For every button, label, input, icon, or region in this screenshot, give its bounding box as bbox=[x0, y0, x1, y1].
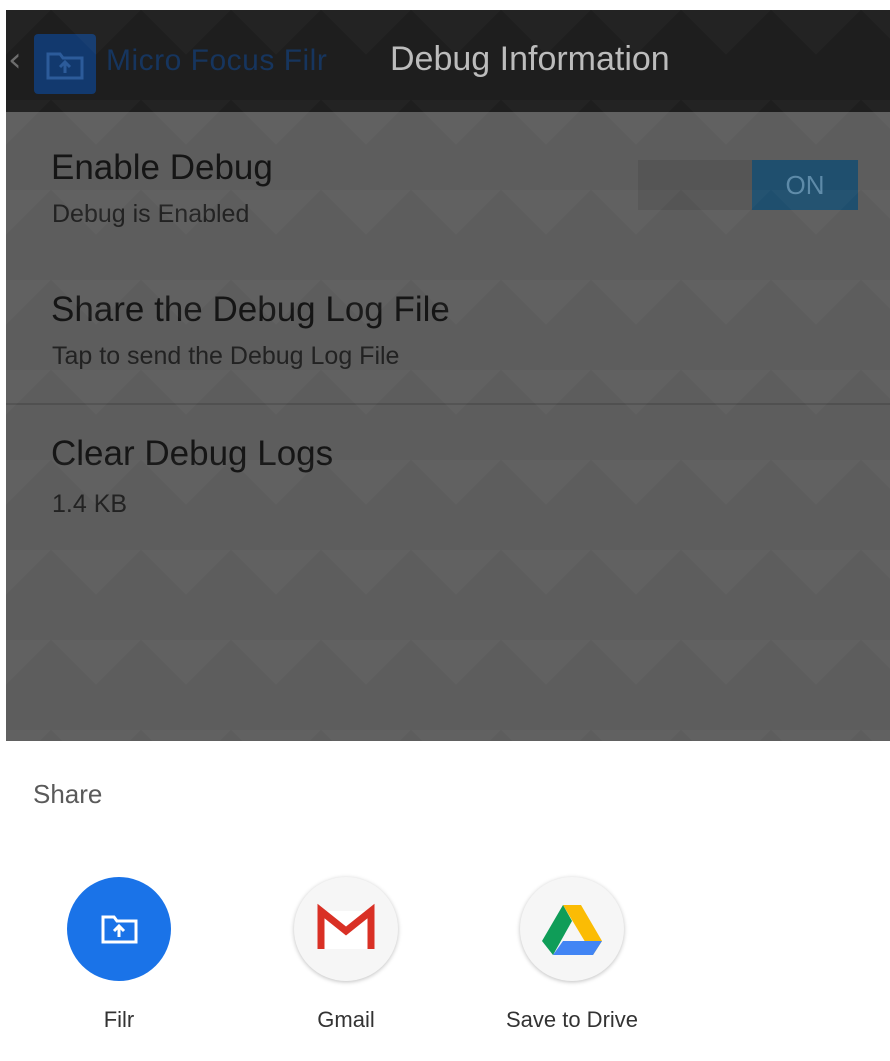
share-log-subtitle: Tap to send the Debug Log File bbox=[52, 342, 400, 370]
share-log-title: Share the Debug Log File bbox=[51, 290, 450, 329]
clear-logs-size: 1.4 KB bbox=[52, 490, 128, 518]
app-background: ‹ Micro Focus Filr Debug Information Ena… bbox=[6, 10, 890, 741]
share-target-label: Save to Drive bbox=[505, 1007, 639, 1032]
share-target-label: Gmail bbox=[317, 1007, 375, 1032]
share-sheet: Share Filr Gmail Save to Drive bbox=[0, 741, 890, 1061]
share-sheet-title: Share bbox=[33, 779, 103, 809]
gmail-icon[interactable] bbox=[294, 877, 398, 981]
toggle-on-label: ON bbox=[752, 160, 858, 210]
filr-logo-icon[interactable] bbox=[34, 34, 96, 94]
filr-icon[interactable] bbox=[67, 877, 171, 981]
enable-debug-title: Enable Debug bbox=[51, 148, 273, 187]
top-app-bar: ‹ Micro Focus Filr Debug Information bbox=[6, 10, 890, 112]
drive-icon[interactable] bbox=[520, 877, 624, 981]
app-name[interactable]: Micro Focus Filr bbox=[106, 44, 327, 78]
debug-toggle[interactable]: ON bbox=[638, 160, 858, 210]
back-chevron-icon[interactable]: ‹ bbox=[8, 40, 22, 80]
divider bbox=[6, 403, 890, 405]
page-title: Debug Information bbox=[390, 40, 670, 78]
clear-logs-row[interactable]: Clear Debug Logs 1.4 KB bbox=[6, 406, 890, 546]
share-target-label: Filr bbox=[103, 1007, 135, 1032]
clear-logs-title: Clear Debug Logs bbox=[51, 434, 334, 473]
share-log-row[interactable]: Share the Debug Log File Tap to send the… bbox=[6, 260, 890, 400]
enable-debug-subtitle: Debug is Enabled bbox=[52, 200, 250, 228]
